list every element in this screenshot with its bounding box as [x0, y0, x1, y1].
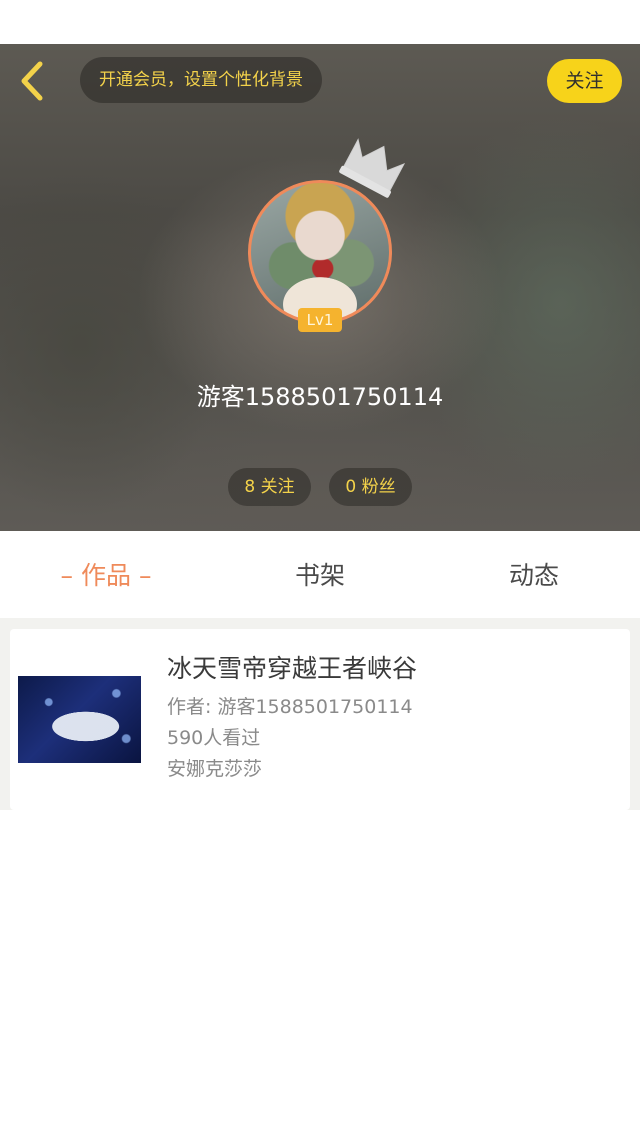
profile-tabs: – 作品 – 书架 动态	[0, 531, 640, 618]
work-views: 590人看过	[167, 727, 261, 749]
tab-works[interactable]: – 作品 –	[46, 531, 166, 618]
profile-header: 开通会员，设置个性化背景 关注 Lv1 游客1588501750114 8 关注…	[0, 44, 640, 531]
works-list: 冰天雪帝穿越王者峡谷 作者: 游客1588501750114 590人看过 安娜…	[0, 618, 640, 1138]
back-button[interactable]	[14, 58, 54, 104]
level-badge: Lv1	[298, 308, 342, 332]
list-item[interactable]: 冰天雪帝穿越王者峡谷 作者: 游客1588501750114 590人看过 安娜…	[10, 629, 630, 810]
status-bar	[0, 0, 640, 44]
avatar[interactable]	[248, 180, 392, 324]
tab-moments[interactable]: 动态	[472, 531, 596, 618]
username: 游客1588501750114	[196, 383, 444, 411]
follow-button[interactable]: 关注	[547, 59, 622, 103]
chevron-left-icon	[14, 58, 54, 104]
work-tag: 安娜克莎莎	[167, 758, 263, 780]
fans-count[interactable]: 0 粉丝	[329, 468, 412, 506]
following-count[interactable]: 8 关注	[228, 468, 311, 506]
work-title: 冰天雪帝穿越王者峡谷	[167, 654, 418, 683]
tab-bookshelf[interactable]: 书架	[258, 531, 382, 618]
work-author: 作者: 游客1588501750114	[167, 696, 413, 718]
vip-background-banner[interactable]: 开通会员，设置个性化背景	[80, 57, 322, 103]
work-cover-image	[18, 676, 141, 763]
